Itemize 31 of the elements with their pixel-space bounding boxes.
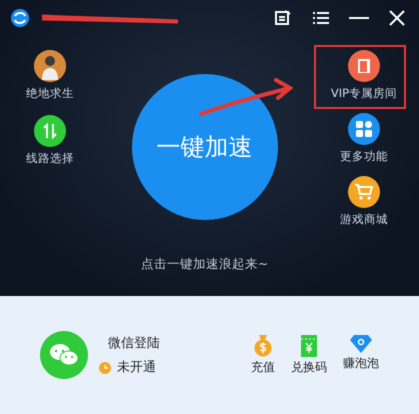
avatar-icon — [34, 50, 66, 82]
cart-icon — [355, 184, 373, 200]
game-button[interactable] — [34, 50, 66, 82]
wechat-icon — [40, 331, 88, 379]
diamond-icon — [350, 334, 372, 352]
item-label: 绝地求生 — [26, 86, 74, 101]
earn-button[interactable]: 赚泡泡 — [343, 334, 379, 376]
ticket-icon — [301, 334, 317, 356]
door-icon — [356, 58, 371, 74]
shop-button[interactable] — [348, 176, 380, 208]
code-button[interactable]: 兑换码 — [291, 334, 327, 376]
logo-icon — [10, 8, 30, 28]
route-button[interactable] — [34, 115, 66, 147]
vip-button[interactable] — [348, 50, 380, 82]
status-text: 未开通 — [117, 359, 156, 376]
money-bag-icon — [254, 334, 272, 356]
item-label: 更多功能 — [340, 149, 388, 164]
more-button[interactable] — [348, 113, 380, 145]
recharge-button[interactable]: 充值 — [251, 334, 275, 376]
item-label: 线路选择 — [26, 151, 74, 166]
minimize-icon — [349, 16, 369, 20]
item-label: VIP专属房间 — [330, 86, 398, 101]
grid-icon — [356, 121, 372, 137]
item-label: 游戏商城 — [340, 212, 388, 227]
menu-icon — [312, 11, 330, 25]
login-link[interactable]: 微信登陆 — [98, 334, 160, 352]
notes-icon — [275, 10, 291, 26]
route-icon — [42, 123, 58, 139]
timer-icon — [98, 360, 112, 374]
close-icon — [389, 10, 405, 26]
hint-text: 点击一键加速浪起来~ — [140, 256, 268, 273]
